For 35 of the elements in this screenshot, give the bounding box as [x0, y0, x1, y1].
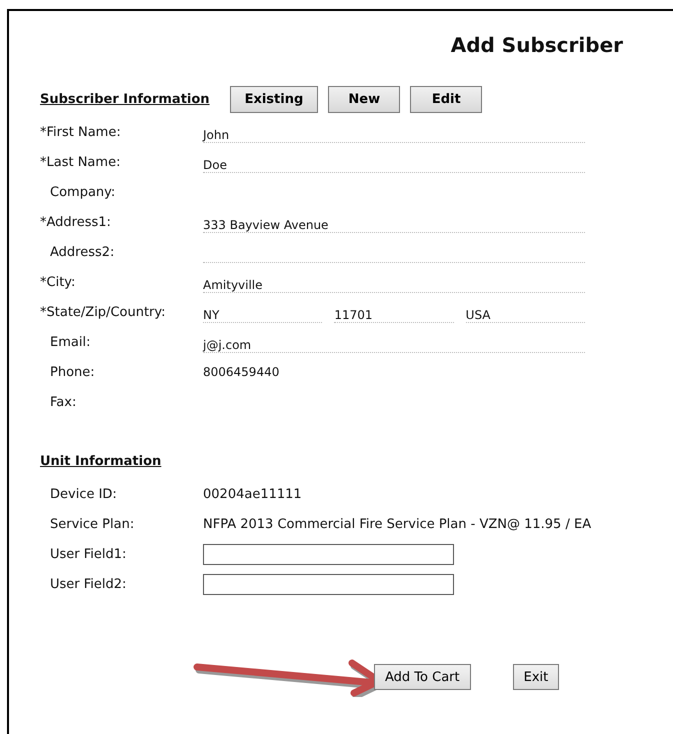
field-value[interactable]: John — [203, 122, 585, 142]
action-button[interactable]: Exit — [512, 664, 560, 690]
field-label: Email: — [49, 334, 92, 350]
field-label: Address2: — [49, 244, 116, 260]
page-title: Add Subscriber — [450, 33, 623, 59]
field-value[interactable]: j@j.com — [203, 332, 585, 352]
field-label: *State/Zip/Country: — [40, 304, 167, 320]
section-heading: Unit Information — [40, 454, 162, 468]
mode-button[interactable]: Edit — [410, 86, 482, 112]
field-label: *Address1: — [40, 214, 112, 230]
field-label: *Last Name: — [40, 154, 122, 170]
field-value: 8006459440 — [203, 365, 280, 379]
field-value[interactable]: 11701 — [334, 302, 454, 322]
field-label: *First Name: — [40, 124, 122, 140]
field-label: Fax: — [49, 394, 78, 410]
field-label: Phone: — [49, 364, 96, 380]
field-label: User Field1: — [49, 546, 128, 562]
field-value[interactable]: Doe — [203, 152, 585, 172]
field-value: 00204ae11111 — [203, 486, 302, 502]
field-label: User Field2: — [49, 576, 128, 592]
field-value[interactable]: Amityville — [203, 272, 585, 292]
field-value[interactable]: USA — [466, 302, 585, 322]
field-label: Device ID: — [49, 486, 118, 502]
field-label: Company: — [49, 184, 116, 200]
section-heading: Subscriber Information — [40, 92, 210, 106]
mode-button[interactable]: New — [328, 86, 400, 112]
mode-button[interactable]: Existing — [230, 86, 318, 112]
field-label: *City: — [40, 274, 76, 290]
input-field[interactable] — [203, 574, 454, 594]
action-button[interactable]: Add To Cart — [374, 664, 471, 690]
field-value[interactable]: NY — [203, 302, 322, 322]
field-label: Service Plan: — [49, 516, 136, 532]
input-field[interactable] — [203, 544, 454, 564]
field-value[interactable]: 333 Bayview Avenue — [203, 212, 585, 232]
field-value: NFPA 2013 Commercial Fire Service Plan - VZN@ 11.95 / EA — [203, 516, 592, 532]
